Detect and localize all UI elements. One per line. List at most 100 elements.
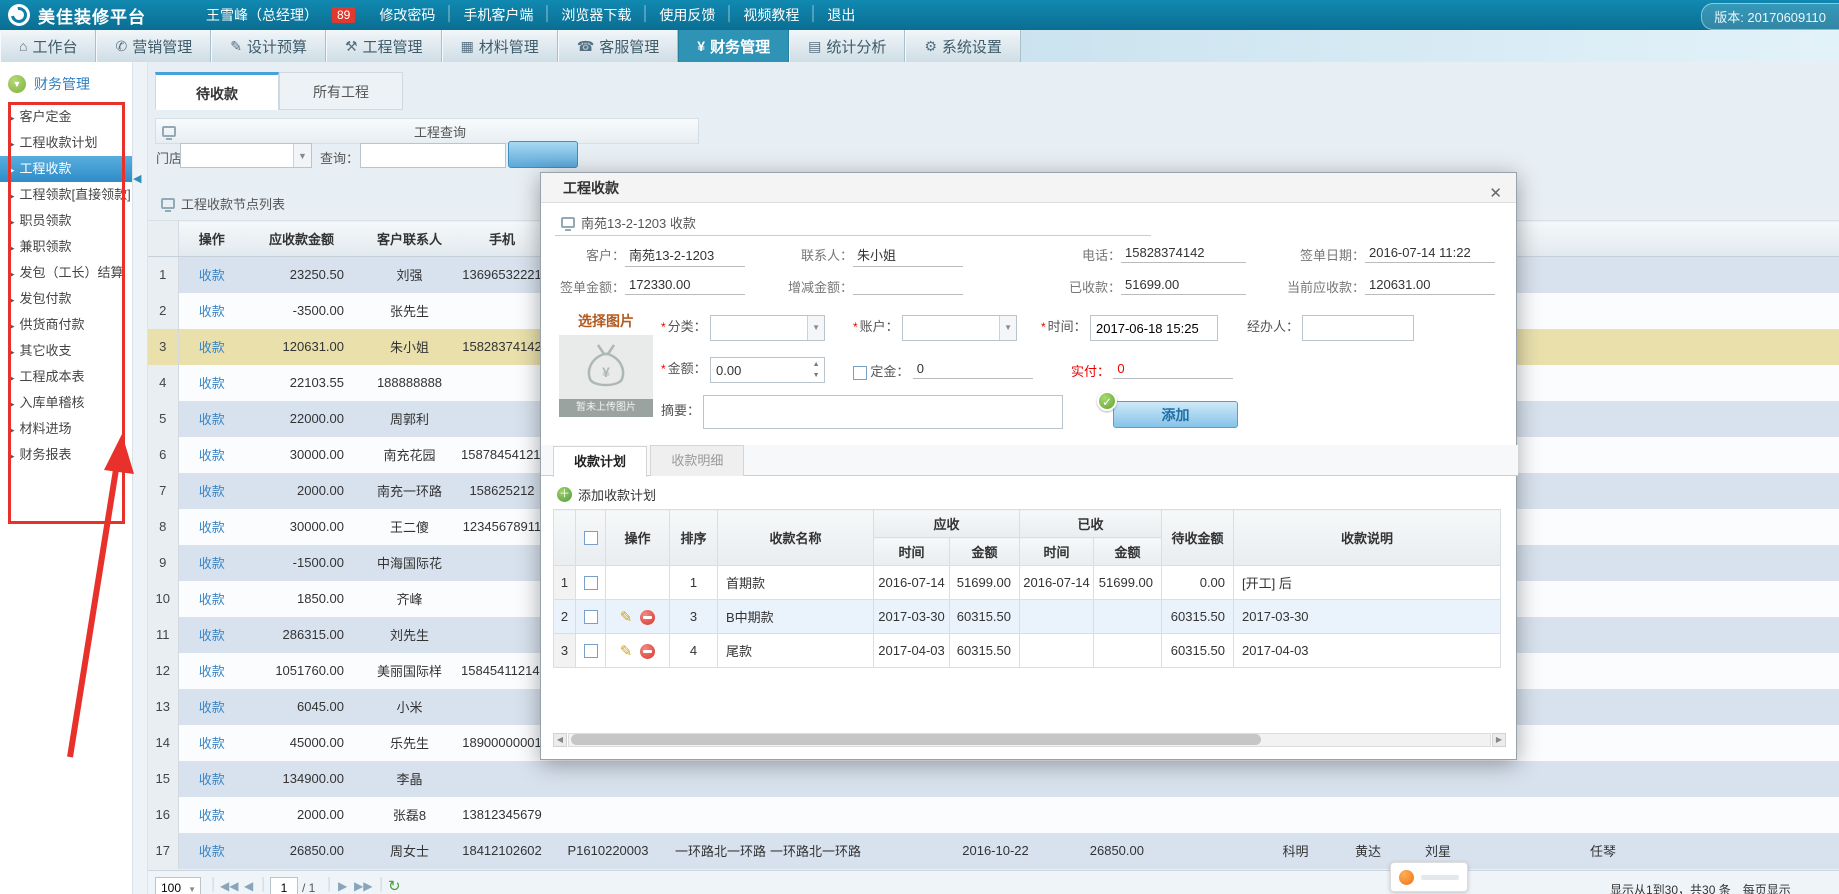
sidebar-item[interactable]: ▸客户定金	[0, 104, 132, 130]
sidebar-header[interactable]: ▼ 财务管理	[0, 62, 132, 104]
current-user[interactable]: 王雪峰（总经理）	[206, 5, 318, 25]
caret-right-icon: ▸	[10, 139, 15, 149]
notification-badge[interactable]: 89	[332, 7, 355, 23]
plan-tab[interactable]: 收款计划	[553, 446, 647, 477]
topbar-link[interactable]: 退出	[813, 5, 869, 25]
sidebar-item[interactable]: ▸兼职领款	[0, 234, 132, 260]
close-icon[interactable]: ✕	[1489, 179, 1502, 209]
receive-payment-link[interactable]: 收款	[199, 268, 225, 283]
sidebar-item[interactable]: ▸其它收支	[0, 338, 132, 364]
row-checkbox[interactable]	[584, 576, 598, 590]
row-checkbox[interactable]	[584, 644, 598, 658]
step-down-icon[interactable]: ▼	[810, 370, 822, 381]
nav-tab[interactable]: ☎ 客服管理	[558, 30, 678, 62]
col-receivable[interactable]: 应收款金额	[245, 221, 358, 257]
amount-stepper[interactable]: 0.00 ▲ ▼	[710, 357, 825, 383]
scroll-right-icon[interactable]: ▶	[1492, 733, 1506, 747]
scroll-left-icon[interactable]: ◀	[553, 733, 567, 747]
sidebar-item[interactable]: ▸材料进场	[0, 416, 132, 442]
nav-tab[interactable]: ¥ 财务管理	[678, 30, 789, 62]
refresh-icon[interactable]: ↻	[388, 877, 401, 894]
receive-payment-link[interactable]: 收款	[199, 556, 225, 571]
row-checkbox[interactable]	[584, 610, 598, 624]
collapse-sidebar-icon[interactable]: ◀	[133, 162, 145, 196]
store-select[interactable]: ▼	[180, 143, 312, 168]
receive-payment-link[interactable]: 收款	[199, 772, 225, 787]
topbar-link[interactable]: 使用反馈	[645, 5, 729, 25]
plan-tab[interactable]: 收款明细	[650, 445, 744, 476]
receive-payment-link[interactable]: 收款	[199, 736, 225, 751]
receive-payment-link[interactable]: 收款	[199, 412, 225, 427]
agent-input[interactable]	[1302, 315, 1414, 341]
row-index: 15	[148, 761, 178, 797]
receive-payment-link[interactable]: 收款	[199, 592, 225, 607]
nav-tab[interactable]: ✎ 设计预算	[211, 30, 326, 62]
topbar-link[interactable]: 浏览器下载	[547, 5, 645, 25]
last-page-button[interactable]: ▶▶	[354, 879, 372, 893]
prev-page-button[interactable]: ◀	[244, 879, 253, 893]
summary-input[interactable]	[703, 395, 1063, 429]
delete-icon[interactable]	[640, 644, 655, 659]
col-phone[interactable]: 手机	[461, 221, 543, 257]
nav-tab[interactable]: ▦ 材料管理	[442, 30, 558, 62]
chevron-down-icon: ▼	[999, 316, 1016, 340]
content-tab[interactable]: 所有工程	[279, 72, 403, 110]
receive-payment-link[interactable]: 收款	[199, 304, 225, 319]
col-contact[interactable]: 客户联系人	[358, 221, 461, 257]
topbar-link[interactable]: 修改密码	[365, 5, 449, 25]
receive-payment-link[interactable]: 收款	[199, 664, 225, 679]
add-plan-link[interactable]: ＋ 添加收款计划	[557, 485, 656, 504]
account-select[interactable]: ▼	[902, 315, 1017, 341]
search-button[interactable]	[508, 141, 578, 168]
horizontal-scrollbar[interactable]: ◀ ▶	[553, 733, 1506, 747]
delete-icon[interactable]	[640, 610, 655, 625]
image-placeholder[interactable]: ¥ 暂未上传图片	[559, 335, 653, 417]
receive-payment-link[interactable]: 收款	[199, 844, 225, 859]
category-select[interactable]: ▼	[710, 315, 825, 341]
scrollbar-thumb[interactable]	[571, 734, 1261, 745]
search-input[interactable]	[360, 143, 506, 168]
receive-payment-link[interactable]: 收款	[199, 808, 225, 823]
nav-tab[interactable]: ⚙ 系统设置	[905, 30, 1021, 62]
content-tab[interactable]: 待收款	[155, 72, 279, 110]
receive-payment-link[interactable]: 收款	[199, 484, 225, 499]
sidebar-item[interactable]: ▸工程领款[直接领款]	[0, 182, 132, 208]
edit-icon[interactable]: ✎	[620, 643, 633, 660]
edit-icon[interactable]: ✎	[620, 609, 633, 626]
sidebar-item[interactable]: ▸入库单稽核	[0, 390, 132, 416]
pick-image-button[interactable]: 选择图片	[559, 311, 653, 331]
first-page-button[interactable]: ◀◀	[220, 879, 238, 893]
receive-payment-link[interactable]: 收款	[199, 700, 225, 715]
sidebar-item[interactable]: ▸发包付款	[0, 286, 132, 312]
select-all-checkbox[interactable]	[584, 531, 598, 545]
sidebar-item-label: 财务报表	[20, 447, 72, 462]
nav-tab[interactable]: ⚒ 工程管理	[326, 30, 442, 62]
floating-widget[interactable]	[1390, 862, 1468, 892]
add-payment-button[interactable]: 添加	[1113, 401, 1238, 428]
nav-tab[interactable]: ⌂ 工作台	[0, 30, 96, 62]
col-action[interactable]: 操作	[178, 221, 245, 257]
sidebar-item[interactable]: ▸职员领款	[0, 208, 132, 234]
page-number-input[interactable]	[270, 877, 298, 894]
nav-tab[interactable]: ▤ 统计分析	[789, 30, 905, 62]
sidebar-item[interactable]: ▸供货商付款	[0, 312, 132, 338]
receive-payment-link[interactable]: 收款	[199, 376, 225, 391]
sidebar-item[interactable]: ▸财务报表	[0, 442, 132, 468]
deposit-checkbox[interactable]	[853, 366, 867, 380]
time-input[interactable]	[1090, 315, 1218, 341]
receive-payment-link[interactable]: 收款	[199, 628, 225, 643]
sidebar-item[interactable]: ▸工程收款	[0, 156, 132, 182]
receive-payment-link[interactable]: 收款	[199, 448, 225, 463]
receive-payment-link[interactable]: 收款	[199, 520, 225, 535]
sidebar-item[interactable]: ▸工程成本表	[0, 364, 132, 390]
sidebar-item[interactable]: ▸工程收款计划	[0, 130, 132, 156]
page-size-select[interactable]: 100▼	[155, 877, 201, 894]
step-up-icon[interactable]: ▲	[810, 359, 822, 370]
receive-payment-link[interactable]: 收款	[199, 340, 225, 355]
next-page-button[interactable]: ▶	[338, 879, 347, 893]
topbar-link[interactable]: 手机客户端	[449, 5, 547, 25]
sidebar-item[interactable]: ▸发包（工长）结算	[0, 260, 132, 286]
nav-tab[interactable]: ✆ 营销管理	[96, 30, 211, 62]
topbar-link[interactable]: 视频教程	[729, 5, 813, 25]
sidebar-splitter[interactable]: ◀	[133, 62, 148, 894]
